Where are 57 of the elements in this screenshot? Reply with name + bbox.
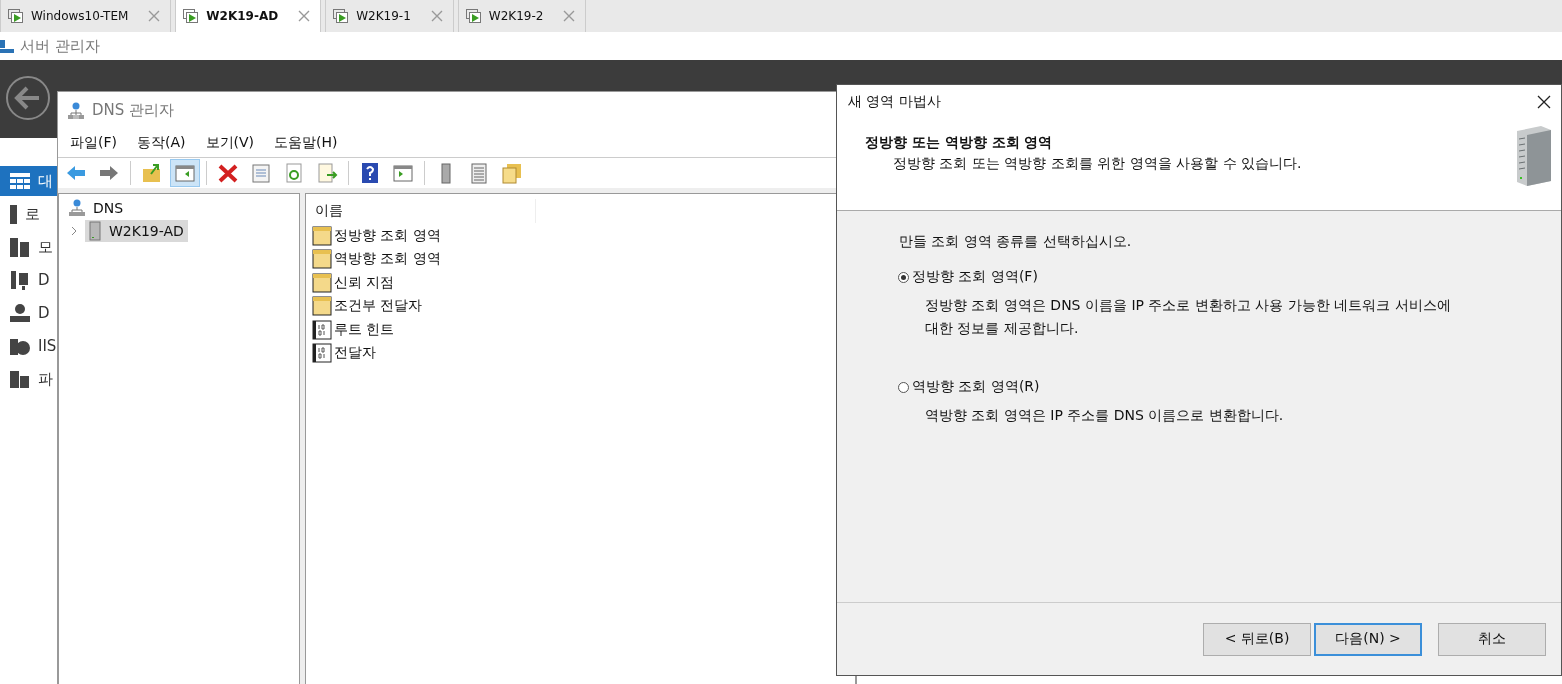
dns-icon bbox=[68, 101, 84, 120]
record-icon bbox=[312, 319, 332, 340]
back-icon[interactable] bbox=[5, 75, 51, 121]
option-description: 정방향 조회 영역은 DNS 이름을 IP 주소로 변환하고 사용 가능한 네트워크 서비스에 대한 정보를 제공합니다. bbox=[924, 296, 1452, 338]
list-item[interactable]: 신뢰 지점 bbox=[312, 271, 399, 295]
list-item[interactable]: 역방향 조회 영역 bbox=[312, 247, 445, 271]
wizard-button[interactable]: 다음(N) > bbox=[1314, 622, 1422, 656]
prompt-text: 만들 조회 영역 종류를 선택하십시오. bbox=[899, 233, 1133, 251]
sidebar-item[interactable]: 로 bbox=[0, 199, 57, 229]
vm-play-icon bbox=[182, 8, 201, 24]
sidebar-item[interactable]: IIS bbox=[0, 331, 57, 361]
vm-play-icon bbox=[464, 8, 483, 24]
vm-play-icon bbox=[332, 8, 351, 24]
menu-item[interactable]: 동작(A) bbox=[137, 134, 186, 152]
tree-item[interactable]: DNS bbox=[65, 198, 128, 218]
radio-button[interactable] bbox=[898, 271, 909, 283]
radio-button[interactable] bbox=[898, 381, 909, 393]
pane-icon[interactable] bbox=[170, 159, 200, 187]
sidebar-item[interactable]: 모 bbox=[0, 232, 57, 262]
menu-item[interactable]: 도움말(H) bbox=[274, 134, 338, 152]
wizard-button[interactable]: 취소 bbox=[1438, 622, 1546, 656]
record-icon bbox=[312, 343, 332, 364]
list-item[interactable]: 루트 힌트 bbox=[312, 318, 399, 342]
dialog-title: 새 영역 마법사 bbox=[848, 93, 941, 111]
folder-icon bbox=[312, 296, 332, 317]
option-description: 역방향 조회 영역은 IP 주소를 DNS 이름으로 변환합니다. bbox=[924, 406, 1285, 425]
folder-icon bbox=[312, 272, 332, 293]
close-icon[interactable] bbox=[1537, 95, 1551, 109]
sidebar-item[interactable]: 파 bbox=[0, 364, 57, 394]
sidebar-item[interactable]: 대 bbox=[0, 166, 57, 196]
vm-tab[interactable]: Windows10-TEM bbox=[0, 0, 172, 32]
radio-option[interactable]: 정방향 조회 영역(F) bbox=[898, 268, 1561, 286]
vm-play-icon bbox=[7, 8, 25, 24]
dns-icon bbox=[69, 199, 85, 217]
list-item[interactable]: 정방향 조회 영역 bbox=[312, 224, 445, 248]
menu-item[interactable]: 파일(F) bbox=[70, 134, 117, 152]
list-item[interactable]: 전달자 bbox=[312, 341, 380, 365]
wizard-button[interactable]: < 뒤로(B) bbox=[1203, 622, 1311, 656]
wizard-heading: 정방향 또는 역방향 조회 영역 bbox=[865, 134, 1054, 152]
list-item[interactable]: 조건부 전달자 bbox=[312, 294, 427, 318]
sidebar-item[interactable]: D bbox=[0, 265, 57, 295]
wizard-subheading: 정방향 조회 또는 역방향 조회를 위한 영역을 사용할 수 있습니다. bbox=[892, 155, 1302, 173]
vm-tab[interactable]: W2K19-AD bbox=[175, 0, 322, 32]
menu-item[interactable]: 보기(V) bbox=[205, 134, 254, 152]
window-title: DNS 관리자 bbox=[92, 101, 175, 120]
vm-tab[interactable]: W2K19-2 bbox=[457, 0, 587, 32]
folder-icon bbox=[312, 249, 332, 270]
vm-tab[interactable]: W2K19-1 bbox=[325, 0, 454, 32]
window-title: 서버 관리자 bbox=[20, 36, 100, 56]
server-manager-icon bbox=[0, 38, 14, 54]
tree-item[interactable]: W2K19-AD bbox=[85, 220, 188, 242]
folder-icon bbox=[312, 225, 332, 246]
caret-icon[interactable] bbox=[69, 226, 79, 236]
grid-icon bbox=[10, 171, 30, 191]
column-header[interactable]: 이름 bbox=[312, 199, 536, 223]
sidebar-item[interactable]: D bbox=[0, 298, 57, 328]
radio-option[interactable]: 역방향 조회 영역(R) bbox=[898, 378, 1561, 396]
